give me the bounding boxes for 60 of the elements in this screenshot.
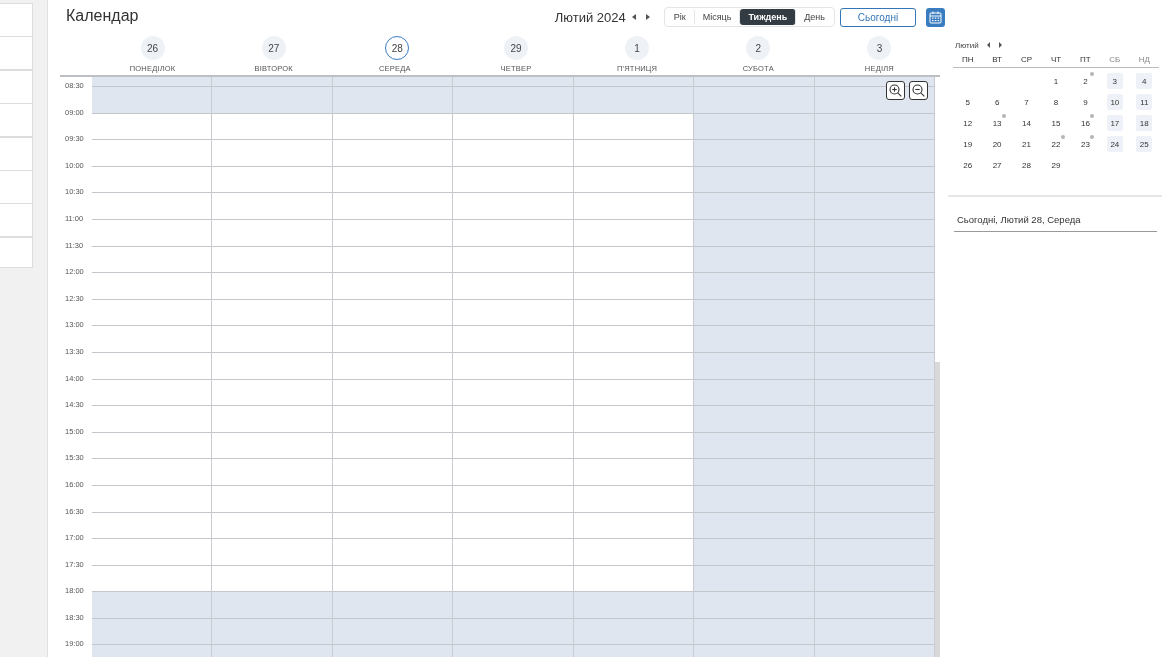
calendar-icon (929, 10, 942, 24)
page-title: Календар (66, 7, 140, 25)
weekday-header: СР (1020, 55, 1034, 64)
calendar-day[interactable]: 25 (1136, 136, 1153, 152)
calendar-button[interactable] (926, 7, 945, 27)
zoom-out-icon (912, 84, 925, 97)
calendar-day[interactable]: 4 (1136, 73, 1153, 89)
view-tab[interactable]: Тиждень (740, 9, 797, 25)
calendar-day[interactable]: 18 (1136, 115, 1153, 131)
scrollbar-thumb[interactable] (935, 362, 940, 657)
zoom-in-icon (889, 84, 902, 97)
calendar-day[interactable]: 10 (1106, 94, 1123, 110)
calendar-day[interactable]: 16 (1077, 115, 1094, 131)
calendar-day[interactable]: 15 (1048, 115, 1064, 131)
prev-month-icon[interactable] (986, 42, 990, 48)
calendar-day[interactable]: 28 (1018, 157, 1035, 173)
calendar-day[interactable]: 1 (1048, 73, 1064, 89)
calendar-day[interactable]: 6 (989, 94, 1006, 110)
agenda-heading: Сьогодні, Лютий 28, Середа (954, 214, 1157, 232)
calendar-day[interactable]: 17 (1106, 115, 1123, 131)
day-number[interactable]: 28 (385, 36, 410, 60)
calendar-day[interactable]: 11 (1136, 94, 1153, 110)
calendar-day[interactable]: 9 (1077, 94, 1094, 110)
period-label: Лютий 2024 (554, 9, 626, 25)
calendar-day[interactable]: 19 (959, 136, 976, 152)
calendar-day[interactable]: 12 (959, 115, 976, 131)
weekday-header: ПН (960, 55, 975, 64)
calendar-day[interactable]: 2 (1077, 73, 1094, 89)
weekday-header: СБ (1108, 55, 1122, 64)
calendar-day[interactable]: 20 (989, 136, 1006, 152)
calendar-day[interactable]: 7 (1018, 94, 1035, 110)
weekday-header: ЧТ (1049, 55, 1063, 64)
day-number[interactable]: 29 (504, 36, 528, 60)
calendar-day[interactable]: 29 (1048, 157, 1064, 173)
calendar-day[interactable]: 5 (959, 94, 976, 110)
calendar-day[interactable]: 8 (1048, 94, 1064, 110)
day-number[interactable]: 27 (261, 36, 286, 60)
calendar-day[interactable]: 26 (959, 157, 976, 173)
calendar-day[interactable]: 23 (1077, 136, 1094, 152)
weekday-header: ВТ (991, 55, 1003, 64)
today-button[interactable]: Сьогодні (840, 7, 916, 27)
calendar-day[interactable]: 3 (1106, 73, 1123, 89)
day-number[interactable]: 26 (140, 36, 165, 60)
day-number[interactable]: 3 (867, 36, 892, 60)
next-month-icon[interactable] (998, 42, 1002, 48)
weekday-header: ПТ (1079, 55, 1092, 64)
zoom-in-button[interactable] (886, 81, 905, 100)
calendar-day[interactable]: 22 (1048, 136, 1064, 152)
weekday-header: НД (1137, 55, 1151, 64)
zoom-out-button[interactable] (909, 81, 928, 100)
day-number[interactable]: 1 (625, 36, 650, 60)
calendar-day[interactable]: 24 (1106, 136, 1123, 152)
calendar-day[interactable]: 13 (989, 115, 1006, 131)
prev-icon[interactable] (631, 14, 636, 20)
day-number[interactable]: 2 (746, 36, 771, 60)
calendar-day[interactable]: 27 (989, 157, 1006, 173)
calendar-day[interactable]: 14 (1018, 115, 1035, 131)
next-icon[interactable] (645, 14, 650, 20)
month-label: Лютий (955, 40, 979, 50)
calendar-day[interactable]: 21 (1018, 136, 1035, 152)
